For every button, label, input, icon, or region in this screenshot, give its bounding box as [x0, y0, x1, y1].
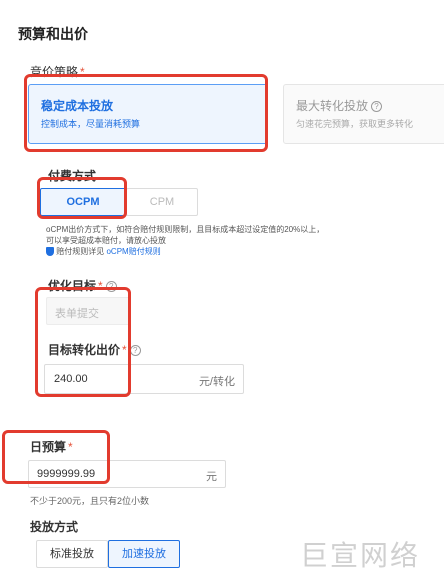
target-bid-label: 目标转化出价 *? — [48, 341, 141, 358]
required-mark: * — [122, 343, 127, 357]
strategy-card-title: 稳定成本投放 — [41, 99, 114, 113]
daily-budget-input[interactable]: 9999999.99 元 — [28, 460, 226, 488]
target-bid-input[interactable]: 240.00 元/转化 — [44, 364, 244, 394]
strategy-card-stable-cost[interactable]: 稳定成本投放 控制成本，尽量消耗预算 — [28, 84, 268, 144]
help-icon[interactable]: ? — [105, 281, 117, 293]
required-mark: * — [80, 65, 85, 79]
daily-budget-hint: 不少于200元，且只有2位小数 — [30, 496, 150, 506]
delivery-option-standard[interactable]: 标准投放 — [36, 540, 108, 568]
delivery-label: 投放方式 — [30, 520, 79, 534]
required-mark: * — [98, 279, 103, 293]
strategy-card-max-conversion[interactable]: 最大转化投放? 匀速花完预算，获取更多转化 — [283, 84, 444, 144]
optimize-goal-label-text: 优化目标 — [48, 279, 97, 293]
target-bid-value: 240.00 — [54, 373, 88, 385]
payment-rule-link[interactable]: oCPM赔付规则 — [106, 247, 160, 256]
optimize-goal-select[interactable]: 表单提交 — [46, 297, 130, 325]
payment-note-prefix: 赔付规则详见 — [56, 247, 105, 256]
payment-note-line2: 可以享受超成本赔付，请放心投放 — [46, 236, 166, 245]
shield-icon — [46, 247, 54, 257]
payment-option-ocpm[interactable]: OCPM — [40, 188, 126, 216]
payment-label: 付费方式 — [48, 169, 97, 183]
target-bid-unit: 元/转化 — [198, 376, 235, 388]
section-title: 预算和出价 — [18, 26, 88, 42]
daily-budget-unit: 元 — [206, 471, 217, 483]
payment-note-line3: 赔付规则详见 oCPM赔付规则 — [46, 246, 324, 257]
payment-note: oCPM出价方式下，如符合赔付规则限制，且目标成本超过设定值的20%以上， 可以… — [46, 224, 324, 257]
strategy-card-desc-2: 匀速花完预算，获取更多转化 — [296, 119, 414, 129]
bid-strategy-label: 竞价策略 * — [30, 63, 85, 80]
daily-budget-label-text: 日预算 — [30, 440, 67, 454]
delivery-option-accelerated[interactable]: 加速投放 — [108, 540, 180, 568]
required-mark: * — [68, 440, 73, 454]
daily-budget-value: 9999999.99 — [37, 468, 96, 480]
optimize-goal-label: 优化目标 *? — [48, 277, 117, 294]
payment-option-cpm[interactable]: CPM — [126, 188, 198, 216]
watermark: 巨宣网络 — [300, 540, 421, 571]
strategy-card-desc: 控制成本，尽量消耗预算 — [41, 119, 141, 129]
target-bid-label-text: 目标转化出价 — [48, 343, 121, 357]
help-icon[interactable]: ? — [371, 101, 383, 113]
help-icon[interactable]: ? — [129, 345, 141, 357]
strategy-card-title-2: 最大转化投放? — [296, 97, 383, 114]
payment-note-line1: oCPM出价方式下，如符合赔付规则限制，且目标成本超过设定值的20%以上， — [46, 225, 325, 234]
daily-budget-label: 日预算 * — [30, 438, 73, 455]
bid-strategy-label-text: 竞价策略 — [30, 65, 79, 79]
strategy-card-title-2-text: 最大转化投放 — [296, 99, 369, 113]
optimize-goal-value: 表单提交 — [55, 308, 99, 320]
